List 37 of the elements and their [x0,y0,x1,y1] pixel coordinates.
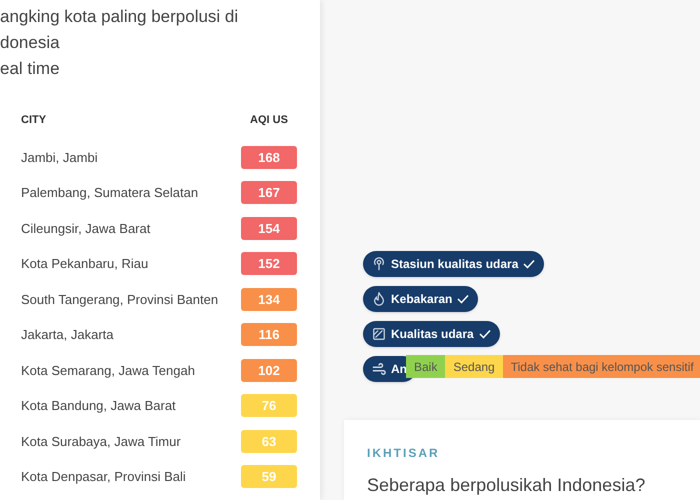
legend-item: Tidak sehat bagi kelompok sensitif [502,355,700,378]
layer-toggle[interactable]: Kualitas udara [363,321,500,347]
city-name: Jakarta, Jakarta [21,326,114,344]
city-name: Kota Semarang, Jawa Tengah [21,362,195,380]
aqi-badge: 168 [241,146,297,169]
city-name: Kota Denpasar, Provinsi Bali [21,468,186,486]
aqi-badge: 59 [241,465,297,488]
ranking-title: donesia [0,32,61,54]
overview-heading: Seberapa berpolusikah Indonesia? [367,474,646,497]
aqi-badge: 63 [241,430,297,453]
layer-toggle[interactable]: Stasiun kualitas udara [363,251,544,277]
flame-icon [372,292,386,306]
legend-item: Sedang [445,355,503,378]
aqi-badge: 154 [241,216,297,240]
column-header: AQI US [249,113,289,128]
signal-icon [372,257,386,271]
city-name: Kota Bandung, Jawa Barat [21,397,176,415]
city-name: Kota Surabaya, Jawa Timur [21,432,181,451]
city-name: Cileungsir, Jawa Barat [21,220,150,238]
aqi-badge: 116 [241,323,297,346]
aqi-badge: 76 [241,394,297,418]
aqi-badge: 134 [241,288,297,311]
city-name: Palembang, Sumatera Selatan [21,184,198,202]
city-name: South Tangerang, Provinsi Banten [21,290,218,309]
legend-item: Baik [406,355,446,378]
wind-icon [372,362,386,376]
aqi-badge: 167 [241,181,297,204]
aqi-badge: 152 [241,252,297,276]
layer-toggle[interactable]: Kebakaran [363,286,478,312]
city-name: Kota Pekanbaru, Riau [21,255,148,273]
city-name: Jambi, Jambi [21,148,98,166]
ranking-title: angking kota paling berpolusi di [0,6,240,28]
overview-eyebrow: IKHTISAR [367,445,441,462]
column-header: CITY [21,113,46,128]
square-icon [372,327,386,341]
ranking-title: eal time [0,58,61,80]
aqi-badge: 102 [241,358,297,382]
